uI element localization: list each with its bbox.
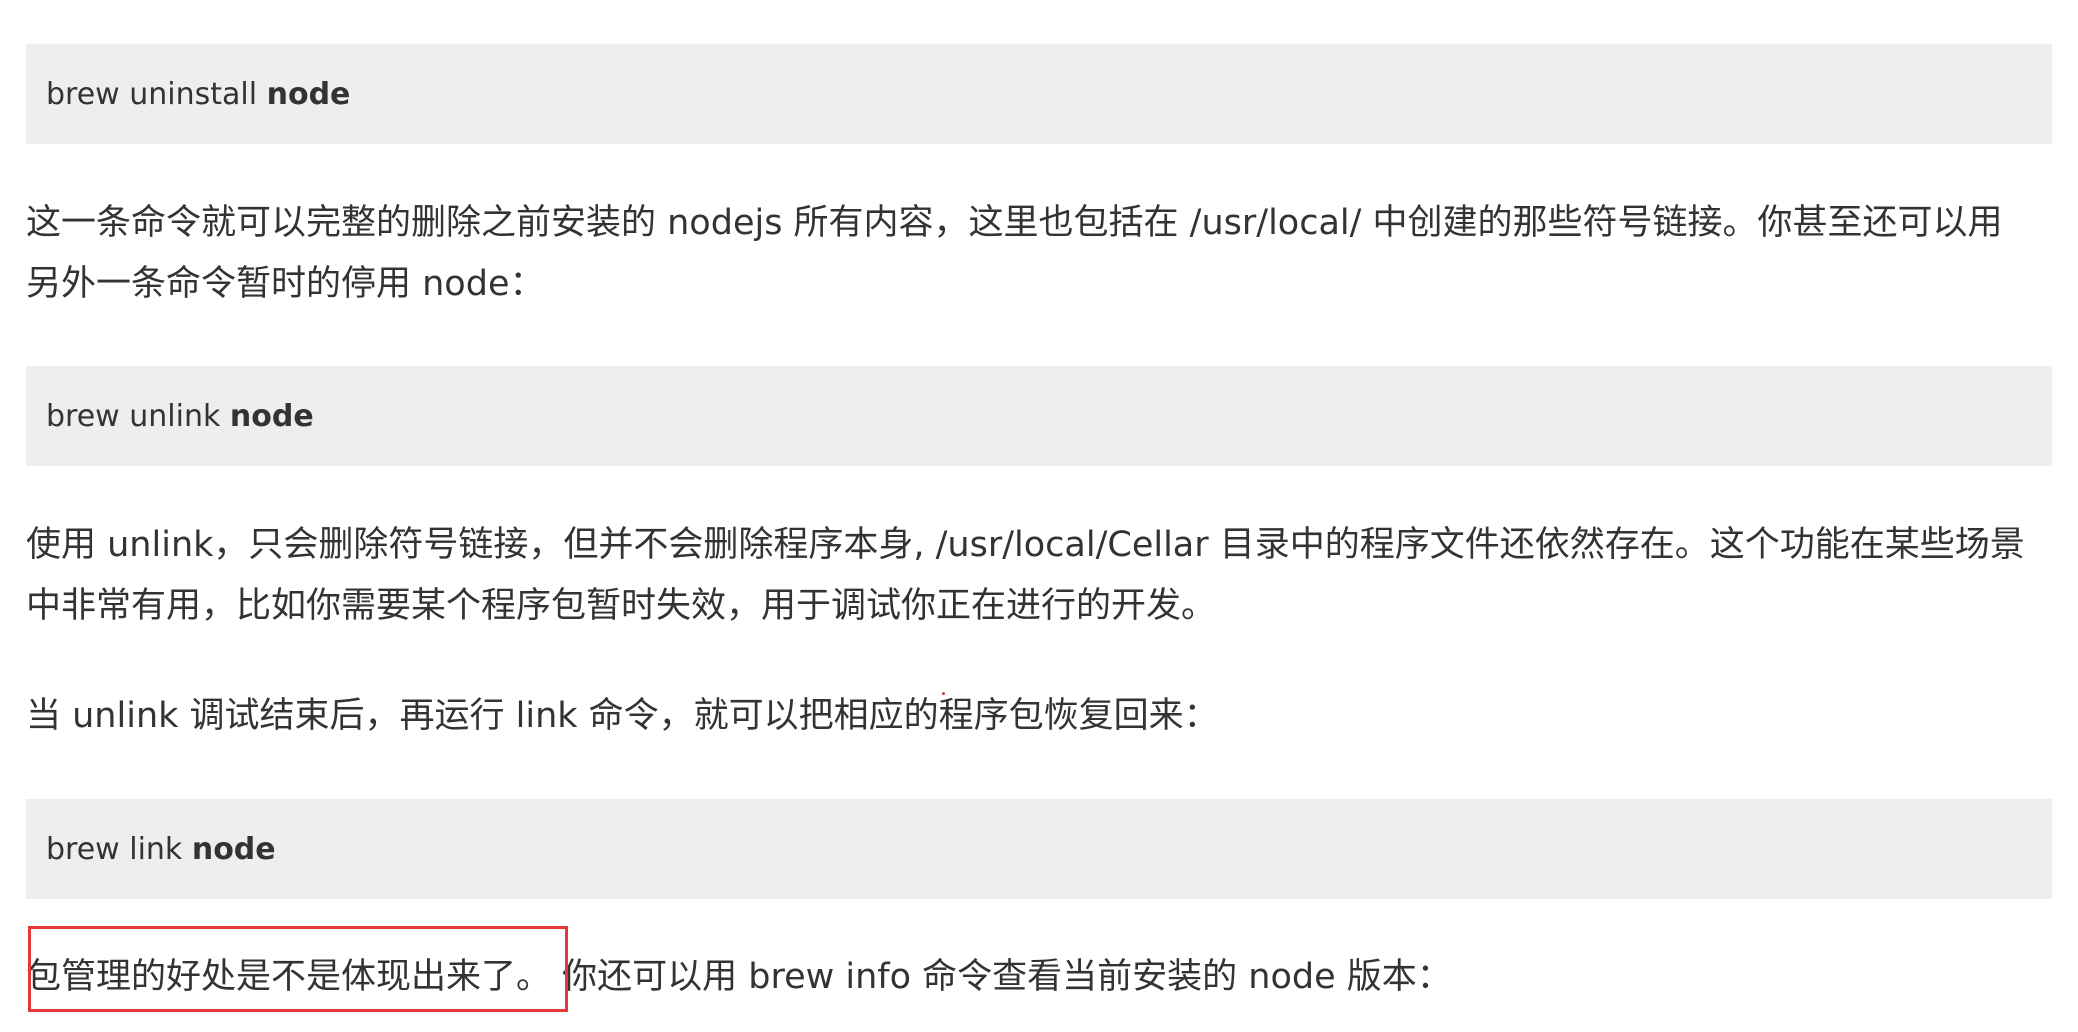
code-keyword: node (266, 76, 351, 112)
paragraph-line: 另外一条命令暂时的停用 node： (26, 264, 545, 304)
code-block-unlink: brew unlink node (26, 366, 2052, 466)
paragraph-unlink-explanation: 使用 unlink，只会删除符号链接，但并不会删除程序本身, /usr/loca… (26, 515, 2052, 637)
annotation-dot (942, 692, 945, 695)
code-block-link: brew link node (26, 799, 2052, 899)
code-block-uninstall: brew uninstall node (26, 44, 2052, 144)
code-keyword: node (191, 831, 276, 867)
code-keyword: node (229, 398, 314, 434)
paragraph-link-intro: 当 unlink 调试结束后，再运行 link 命令，就可以把相应的程序包恢复回… (26, 686, 2052, 747)
highlighted-sentence: 包管理的好处是不是体现出来了。 (26, 957, 552, 997)
paragraph-brew-info: 包管理的好处是不是体现出来了。 你还可以用 brew info 命令查看当前安装… (26, 947, 2052, 1008)
paragraph-line: 中非常有用，比如你需要某个程序包暂时失效，用于调试你正在进行的开发。 (26, 586, 1217, 626)
paragraph-line: 当 unlink 调试结束后，再运行 link 命令，就可以把相应的程序包恢复回… (26, 696, 1219, 736)
paragraph-line: 这一条命令就可以完整的删除之前安装的 nodejs 所有内容，这里也包括在 /u… (26, 203, 2003, 243)
code-text: brew uninstall (46, 76, 267, 112)
code-text: brew link (46, 831, 192, 867)
paragraph-text: 你还可以用 brew info 命令查看当前安装的 node 版本： (551, 957, 1452, 997)
paragraph-uninstall-explanation: 这一条命令就可以完整的删除之前安装的 nodejs 所有内容，这里也包括在 /u… (26, 193, 2052, 315)
code-text: brew unlink (46, 398, 230, 434)
paragraph-line: 使用 unlink，只会删除符号链接，但并不会删除程序本身, /usr/loca… (26, 525, 2025, 565)
